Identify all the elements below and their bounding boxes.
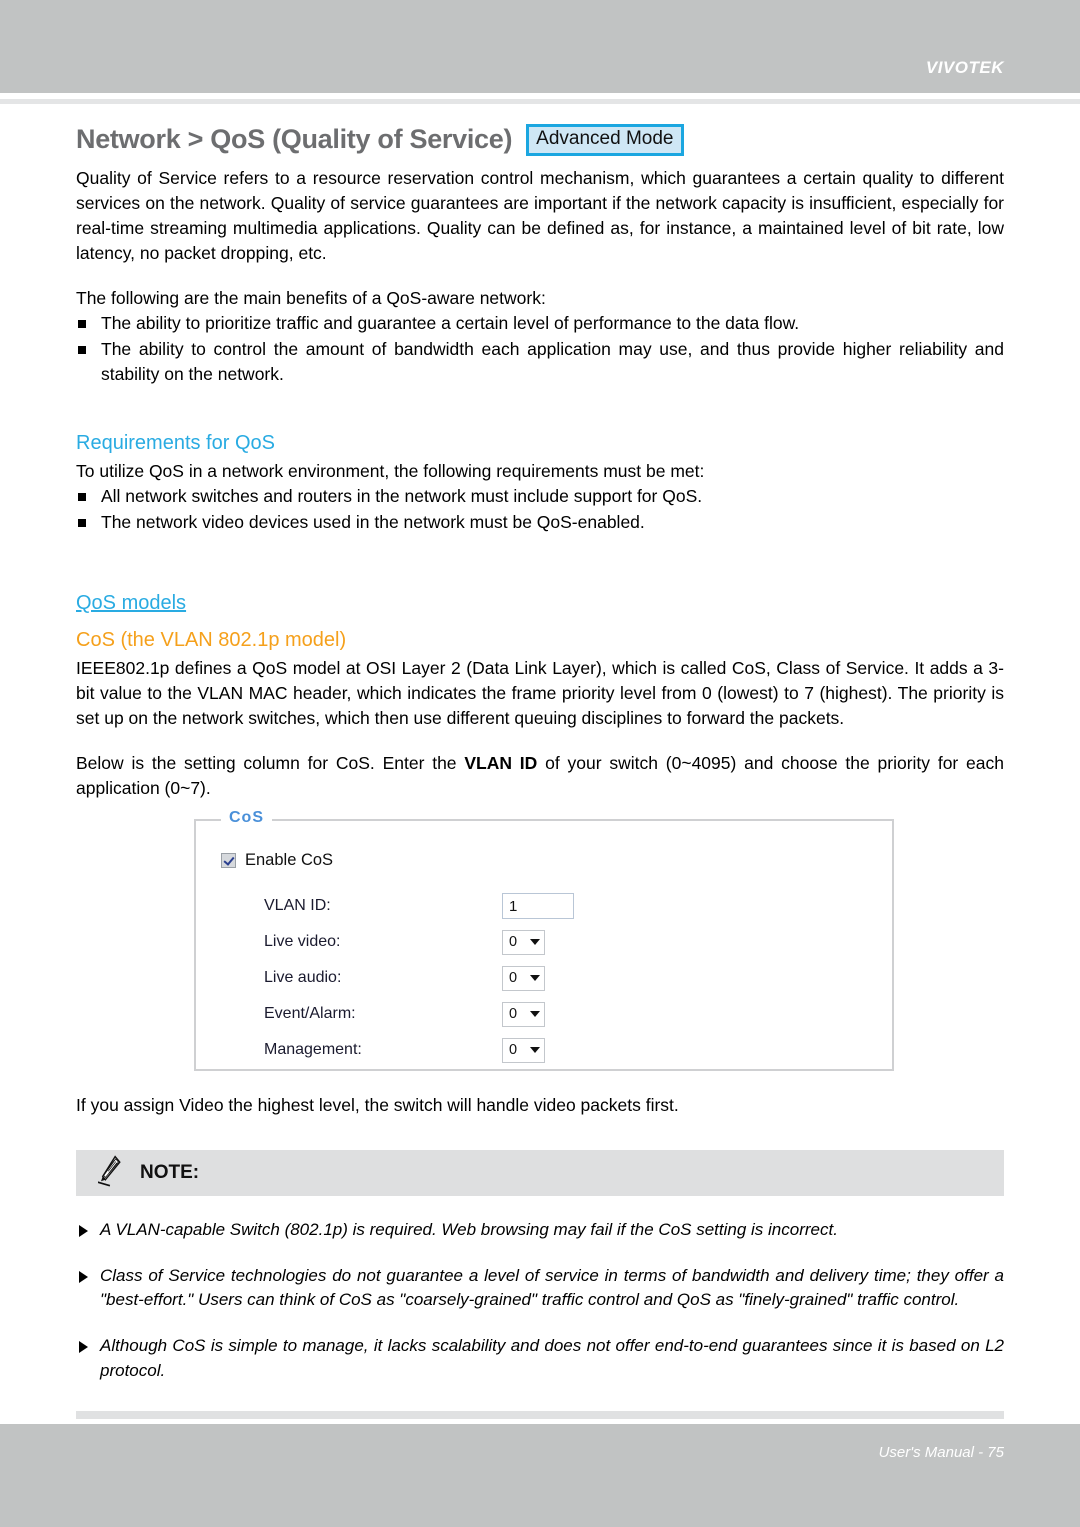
note-list: A VLAN-capable Switch (802.1p) is requir…	[76, 1218, 1004, 1383]
event-alarm-label: Event/Alarm:	[264, 1005, 356, 1022]
list-item: The network video devices used in the ne…	[76, 510, 1004, 535]
cos-panel-wrapper: CoS Enable CoS VLAN ID: 1 Live video: 0 …	[194, 809, 894, 1071]
chevron-down-icon	[530, 975, 540, 981]
intro-paragraph: Quality of Service refers to a resource …	[76, 167, 1004, 263]
note-item: A VLAN-capable Switch (802.1p) is requir…	[76, 1218, 1004, 1242]
live-audio-value: 0	[509, 970, 518, 986]
requirements-list: All network switches and routers in the …	[76, 484, 1004, 535]
chevron-down-icon	[530, 1011, 540, 1017]
chevron-down-icon	[530, 939, 540, 945]
live-video-label: Live video:	[264, 933, 341, 950]
live-audio-row: Live audio: 0	[196, 960, 892, 996]
page-title: Network > QoS (Quality of Service)	[76, 124, 513, 155]
note-header-bar: NOTE:	[76, 1150, 1004, 1197]
event-alarm-value: 0	[509, 1006, 518, 1022]
requirements-heading: Requirements for QoS	[76, 431, 275, 454]
management-label: Management:	[264, 1041, 362, 1058]
header-band: VIVOTEK	[0, 0, 1080, 93]
event-alarm-row: Event/Alarm: 0	[196, 996, 892, 1032]
requirements-lead: To utilize QoS in a network environment,…	[76, 460, 705, 481]
note-item: Class of Service technologies do not gua…	[76, 1264, 1004, 1312]
chevron-down-icon	[530, 1047, 540, 1053]
list-item: The ability to prioritize traffic and gu…	[76, 311, 1004, 336]
setting-text-before: Below is the setting column for CoS. Ent…	[76, 752, 465, 773]
live-audio-label: Live audio:	[264, 969, 342, 986]
live-video-value: 0	[509, 934, 518, 950]
footer-divider	[76, 1411, 1004, 1419]
enable-cos-checkbox[interactable]	[221, 853, 236, 868]
management-select[interactable]: 0	[502, 1037, 545, 1063]
page-content: Network > QoS (Quality of Service) Advan…	[76, 124, 1004, 1383]
cos-settings-panel: CoS Enable CoS VLAN ID: 1 Live video: 0 …	[194, 809, 894, 1071]
after-panel-paragraph: If you assign Video the highest level, t…	[76, 1095, 679, 1115]
management-value: 0	[509, 1042, 518, 1058]
vlan-id-row: VLAN ID: 1	[196, 888, 892, 924]
page-title-row: Network > QoS (Quality of Service) Advan…	[76, 124, 1004, 156]
setting-paragraph: Below is the setting column for CoS. Ent…	[76, 751, 1004, 801]
qos-models-heading[interactable]: QoS models	[76, 592, 186, 615]
benefits-lead: The following are the main benefits of a…	[76, 287, 546, 308]
header-divider	[0, 99, 1080, 104]
list-item: All network switches and routers in the …	[76, 484, 1004, 509]
vivotek-logo: VIVOTEK	[925, 58, 1004, 77]
live-video-select[interactable]: 0	[502, 929, 545, 955]
footer-band	[0, 1424, 1080, 1527]
note-title: NOTE:	[140, 1162, 200, 1184]
advanced-mode-badge[interactable]: Advanced Mode	[526, 124, 684, 156]
cos-model-heading: CoS (the VLAN 802.1p model)	[76, 628, 347, 651]
footer-page-label: User's Manual - 75	[878, 1444, 1004, 1461]
pencil-icon	[97, 1154, 124, 1193]
benefits-list: The ability to prioritize traffic and gu…	[76, 311, 1004, 387]
cos-panel-legend: CoS	[221, 809, 272, 827]
enable-cos-label: Enable CoS	[245, 851, 334, 869]
vlan-id-emphasis: VLAN ID	[464, 752, 538, 773]
management-row: Management: 0	[196, 1032, 892, 1068]
list-item: The ability to control the amount of ban…	[76, 337, 1004, 387]
live-video-row: Live video: 0	[196, 924, 892, 960]
vlan-id-label: VLAN ID:	[264, 897, 331, 914]
note-item: Although CoS is simple to manage, it lac…	[76, 1334, 1004, 1382]
cos-paragraph: IEEE802.1p defines a QoS model at OSI La…	[76, 657, 1004, 728]
live-audio-select[interactable]: 0	[502, 965, 545, 991]
vlan-id-input[interactable]: 1	[502, 893, 574, 919]
event-alarm-select[interactable]: 0	[502, 1001, 545, 1027]
enable-cos-row[interactable]: Enable CoS	[196, 851, 892, 870]
